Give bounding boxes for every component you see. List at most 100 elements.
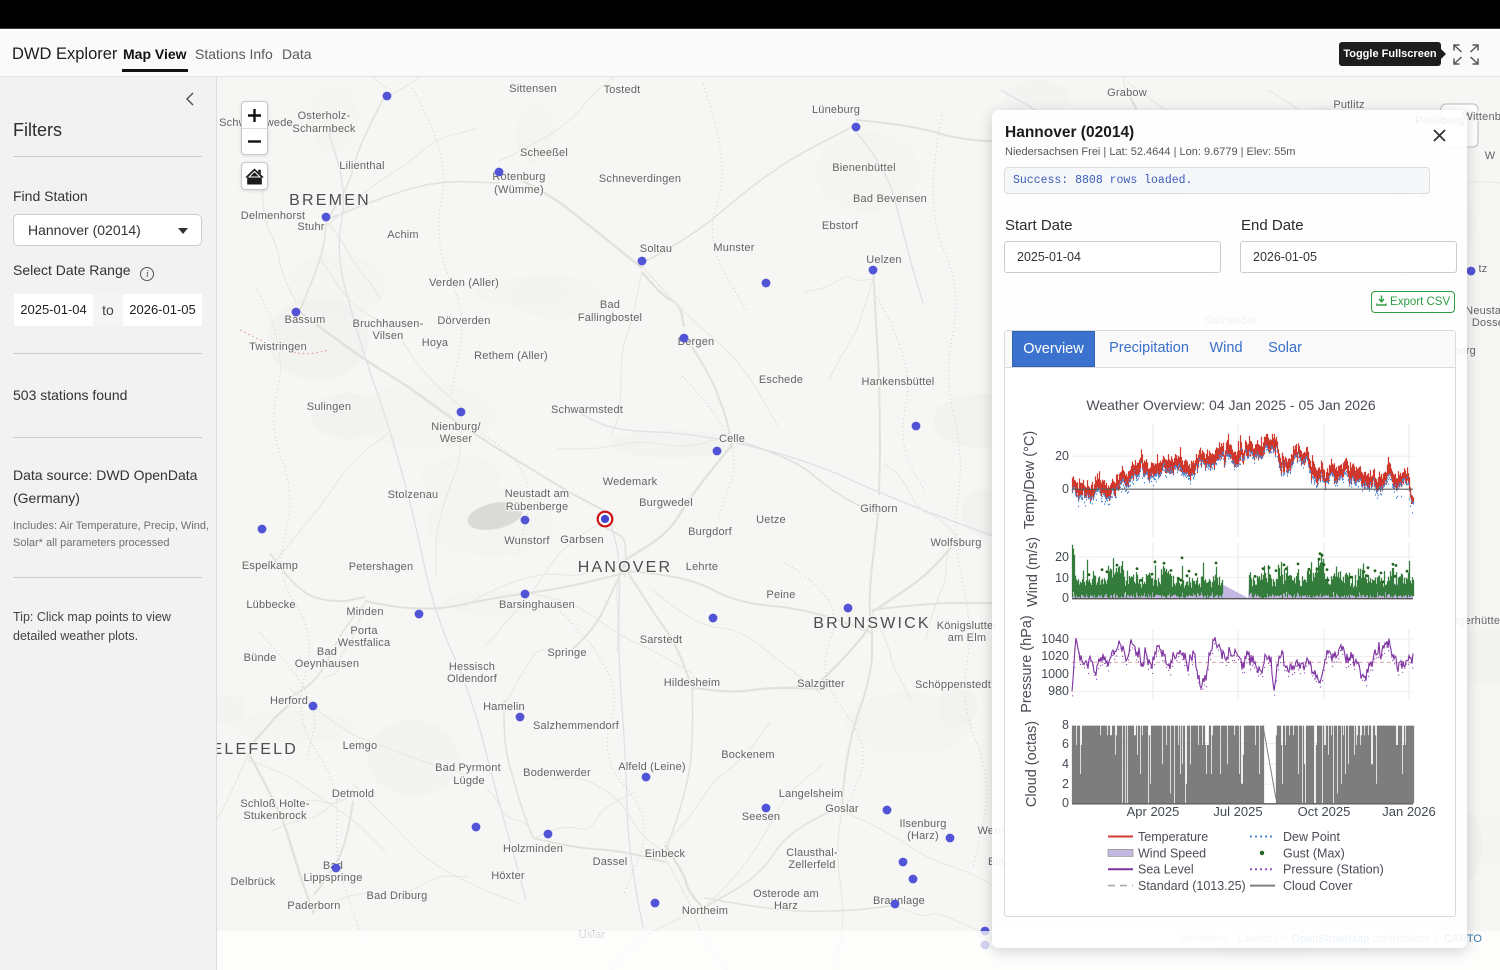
- svg-text:Rübenberge: Rübenberge: [506, 501, 569, 513]
- svg-text:Paderborn: Paderborn: [287, 900, 340, 912]
- svg-text:Celle: Celle: [719, 433, 745, 445]
- svg-text:Harz: Harz: [774, 900, 798, 912]
- svg-text:Jan 2026: Jan 2026: [1382, 804, 1436, 819]
- svg-text:4: 4: [1062, 757, 1069, 771]
- svg-text:HANOVER: HANOVER: [578, 559, 673, 576]
- svg-text:Jul 2025: Jul 2025: [1213, 804, 1262, 819]
- svg-text:Garbsen: Garbsen: [560, 534, 604, 546]
- svg-text:6: 6: [1062, 737, 1069, 751]
- svg-text:Wedemark: Wedemark: [603, 476, 658, 488]
- svg-text:Nienburg/: Nienburg/: [431, 421, 481, 433]
- svg-text:Bockenem: Bockenem: [721, 749, 775, 761]
- svg-text:Standard (1013.25): Standard (1013.25): [1138, 879, 1246, 893]
- svg-text:Lemgo: Lemgo: [343, 740, 378, 752]
- svg-text:Oct 2025: Oct 2025: [1298, 804, 1351, 819]
- svg-text:Gust (Max): Gust (Max): [1283, 846, 1345, 860]
- svg-text:Peine: Peine: [766, 589, 795, 601]
- svg-text:Höxter: Höxter: [491, 870, 525, 882]
- svg-text:Bienenbüttel: Bienenbüttel: [832, 162, 896, 174]
- svg-text:Rethem (Aller): Rethem (Aller): [474, 350, 548, 362]
- svg-text:Uelzen: Uelzen: [866, 254, 901, 266]
- svg-text:0: 0: [1062, 796, 1069, 810]
- svg-text:Grabow: Grabow: [1107, 87, 1147, 99]
- svg-text:Temperature: Temperature: [1138, 830, 1208, 844]
- svg-text:Weather Overview: 04 Jan 2025: Weather Overview: 04 Jan 2025 - 05 Jan 2…: [1086, 397, 1375, 413]
- svg-text:Neustadt am: Neustadt am: [505, 488, 570, 500]
- svg-text:Achim: Achim: [387, 229, 419, 241]
- svg-text:Uetze: Uetze: [756, 514, 786, 526]
- svg-text:20: 20: [1055, 550, 1069, 564]
- svg-text:am Elm: am Elm: [948, 632, 986, 644]
- svg-text:1000: 1000: [1041, 667, 1069, 681]
- svg-text:Lübbecke: Lübbecke: [246, 599, 295, 611]
- svg-text:8: 8: [1062, 718, 1069, 732]
- svg-text:Salzgitter: Salzgitter: [797, 678, 845, 690]
- svg-text:Wittenburg: Wittenburg: [1462, 111, 1500, 123]
- svg-text:Hoya: Hoya: [422, 337, 449, 349]
- svg-text:20: 20: [1055, 449, 1069, 463]
- svg-text:10: 10: [1055, 571, 1069, 585]
- svg-text:Lilienthal: Lilienthal: [339, 160, 384, 172]
- svg-text:Neustadt: Neustadt: [1465, 305, 1500, 317]
- svg-text:Hankensbüttel: Hankensbüttel: [862, 376, 935, 388]
- svg-text:Espelkamp: Espelkamp: [242, 560, 298, 572]
- svg-text:tz: tz: [1479, 263, 1488, 275]
- svg-text:Weser: Weser: [440, 433, 473, 445]
- svg-text:Stuhr: Stuhr: [297, 221, 324, 233]
- svg-text:(Wümme): (Wümme): [494, 184, 544, 196]
- svg-text:Schöppenstedt: Schöppenstedt: [915, 679, 991, 691]
- svg-text:Soltau: Soltau: [640, 243, 672, 255]
- svg-text:Langelsheim: Langelsheim: [779, 788, 844, 800]
- svg-text:Verden (Aller): Verden (Aller): [429, 277, 499, 289]
- svg-text:Twistringen: Twistringen: [249, 341, 307, 353]
- svg-text:Fallingbostel: Fallingbostel: [578, 312, 642, 324]
- svg-text:Burgdorf: Burgdorf: [688, 526, 733, 538]
- svg-text:Lippspringe: Lippspringe: [303, 872, 362, 884]
- svg-text:Lüneburg: Lüneburg: [812, 104, 860, 116]
- svg-text:Dosse: Dosse: [1472, 317, 1500, 329]
- svg-text:(Harz): (Harz): [907, 830, 939, 842]
- svg-text:Scharmbeck: Scharmbeck: [292, 123, 355, 135]
- svg-text:Petershagen: Petershagen: [349, 561, 414, 573]
- svg-text:Bünde: Bünde: [244, 652, 277, 664]
- svg-text:Königslutter: Königslutter: [937, 620, 998, 632]
- svg-text:Einbeck: Einbeck: [645, 848, 686, 860]
- svg-text:Pressure (Station): Pressure (Station): [1283, 863, 1384, 877]
- svg-text:Hamelin: Hamelin: [483, 701, 525, 713]
- svg-text:Oldendorf: Oldendorf: [447, 673, 498, 685]
- svg-text:Bassum: Bassum: [285, 314, 326, 326]
- svg-text:BRUNSWICK: BRUNSWICK: [813, 615, 931, 632]
- svg-text:Dassel: Dassel: [593, 856, 628, 868]
- svg-text:Springe: Springe: [547, 647, 586, 659]
- svg-text:Eschede: Eschede: [759, 374, 803, 386]
- svg-text:1040: 1040: [1041, 632, 1069, 646]
- svg-text:Bodenwerder: Bodenwerder: [523, 767, 591, 779]
- svg-text:Porta: Porta: [350, 625, 378, 637]
- svg-text:Cloud Cover: Cloud Cover: [1283, 879, 1352, 893]
- svg-text:Sittensen: Sittensen: [509, 83, 557, 95]
- svg-text:Dörverden: Dörverden: [437, 315, 490, 327]
- svg-text:Alfeld (Leine): Alfeld (Leine): [618, 761, 686, 773]
- svg-text:0: 0: [1062, 591, 1069, 605]
- svg-text:Sea Level: Sea Level: [1138, 863, 1194, 877]
- svg-text:Delmenhorst: Delmenhorst: [241, 210, 306, 222]
- svg-text:Lehrte: Lehrte: [686, 561, 718, 573]
- svg-text:Barsinghausen: Barsinghausen: [499, 599, 575, 611]
- svg-text:Burgwedel: Burgwedel: [639, 497, 693, 509]
- svg-text:Hildesheim: Hildesheim: [664, 677, 720, 689]
- svg-text:Salzhemmendorf: Salzhemmendorf: [533, 720, 620, 732]
- svg-text:Seesen: Seesen: [742, 811, 781, 823]
- svg-text:Wolfsburg: Wolfsburg: [930, 537, 981, 549]
- svg-text:Schwarmstedt: Schwarmstedt: [551, 404, 623, 416]
- svg-text:1020: 1020: [1041, 649, 1069, 663]
- svg-text:Clausthal-: Clausthal-: [786, 847, 838, 859]
- svg-text:Delbrück: Delbrück: [230, 876, 275, 888]
- svg-text:Schneverdingen: Schneverdingen: [599, 173, 681, 185]
- svg-text:Minden: Minden: [346, 606, 383, 618]
- svg-text:Ilsenburg: Ilsenburg: [899, 818, 946, 830]
- svg-text:Sarstedt: Sarstedt: [640, 634, 683, 646]
- svg-text:Temp/Dew (°C): Temp/Dew (°C): [1022, 431, 1038, 529]
- svg-text:Scheeßel: Scheeßel: [520, 147, 568, 159]
- svg-text:Goslar: Goslar: [825, 803, 859, 815]
- svg-text:Herford: Herford: [270, 695, 308, 707]
